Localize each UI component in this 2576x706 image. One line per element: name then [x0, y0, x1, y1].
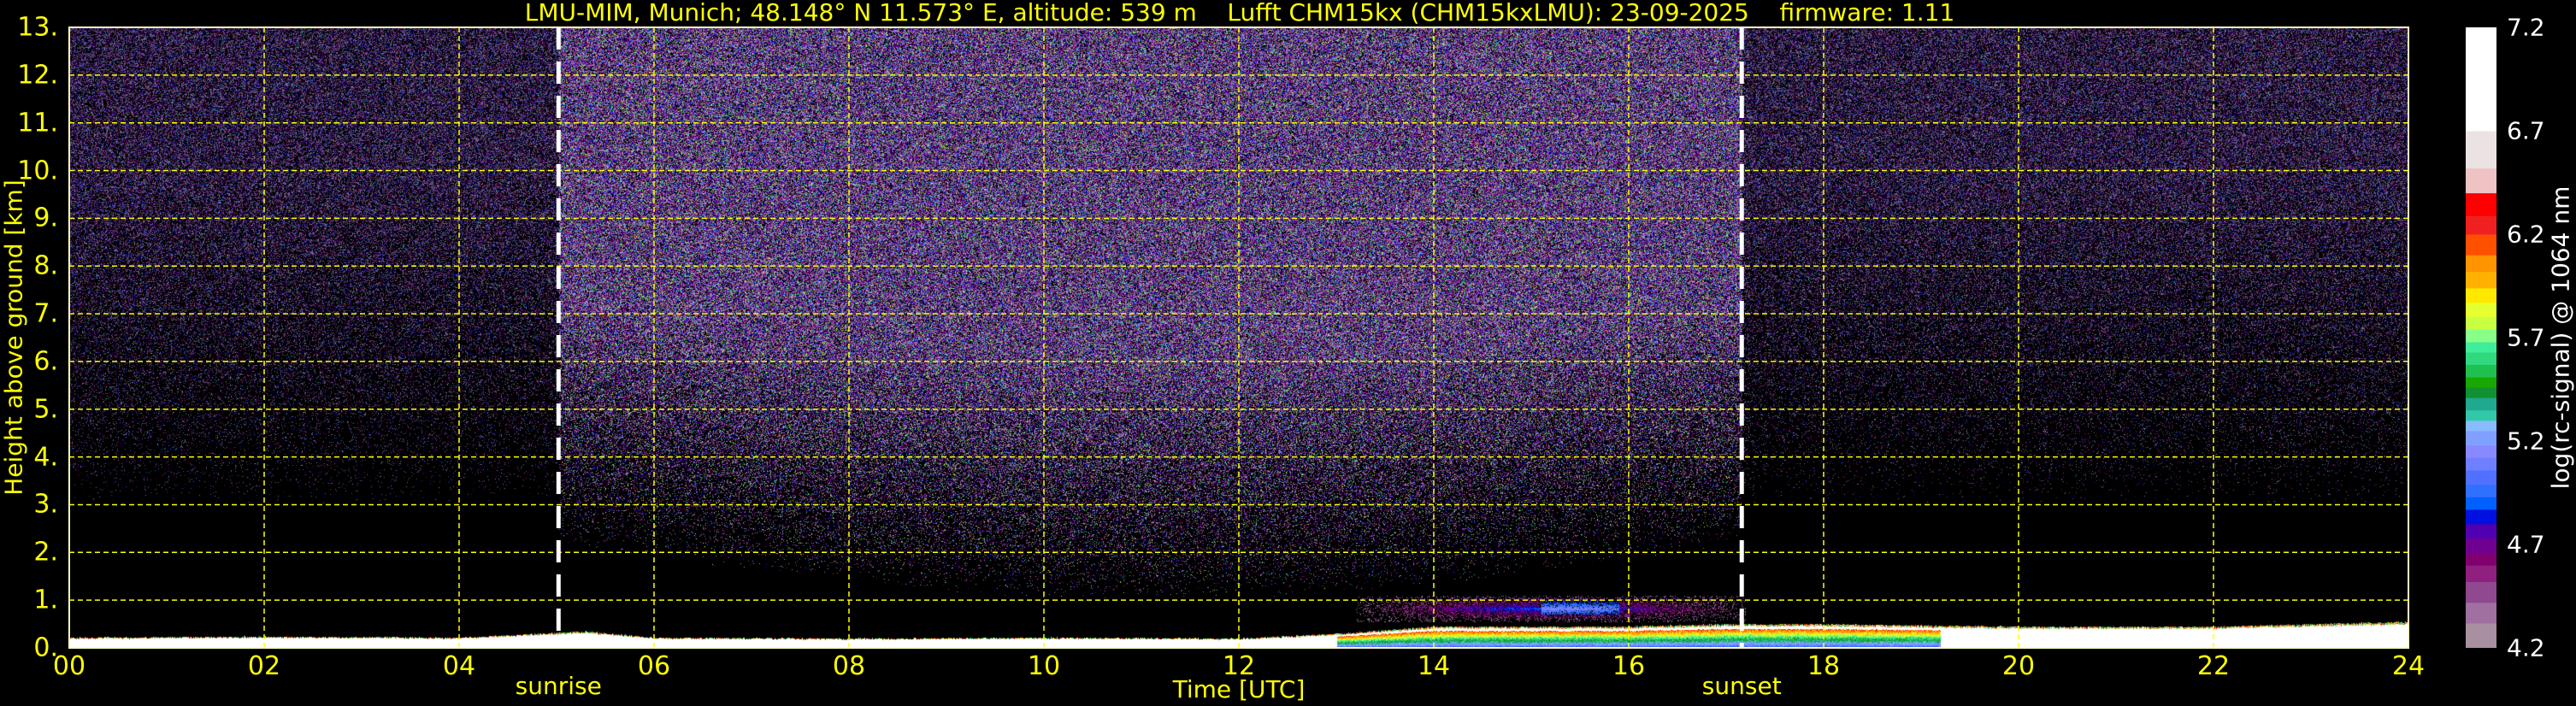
x-tick-label: 22	[2197, 651, 2230, 681]
colorbar-segment	[2466, 565, 2496, 582]
colorbar-segment	[2466, 364, 2496, 377]
colorbar-segment	[2466, 317, 2496, 330]
sunset-label: sunset	[1702, 672, 1782, 700]
colorbar-segment	[2466, 497, 2496, 509]
y-tick-label: 11.	[17, 108, 58, 138]
colorbar-tick-label: 4.2	[2507, 634, 2545, 662]
colorbar-segment	[2466, 342, 2496, 353]
colorbar-segment	[2466, 538, 2496, 553]
y-tick-label: 6.	[33, 346, 58, 376]
colorbar-segment	[2466, 234, 2496, 256]
x-tick-label: 06	[638, 651, 670, 681]
colorbar-segment	[2466, 457, 2496, 470]
colorbar-segment	[2466, 387, 2496, 398]
colorbar-tick-label: 5.7	[2507, 324, 2545, 352]
x-tick-label: 16	[1612, 651, 1645, 681]
colorbar-segment	[2466, 397, 2496, 410]
colorbar-segment	[2466, 410, 2496, 421]
x-axis-label: Time [UTC]	[1173, 675, 1306, 703]
colorbar-segment	[2466, 255, 2496, 272]
y-tick-label: 12.	[17, 60, 58, 90]
plot-area	[69, 27, 2408, 648]
colorbar-segment	[2466, 168, 2496, 194]
colorbar-segment	[2466, 288, 2496, 303]
colorbar-tick-label: 7.2	[2507, 14, 2545, 42]
x-tick-label: 20	[2002, 651, 2035, 681]
x-tick-label: 10	[1028, 651, 1060, 681]
colorbar-segment	[2466, 445, 2496, 458]
colorbar-segment	[2466, 421, 2496, 432]
sunrise-label: sunrise	[516, 672, 602, 700]
y-tick-label: 9.	[33, 203, 58, 233]
colorbar-segment	[2466, 623, 2496, 648]
x-tick-label: 02	[248, 651, 280, 681]
colorbar-segment	[2466, 272, 2496, 289]
colorbar-segment	[2466, 582, 2496, 603]
y-tick-label: 7.	[33, 299, 58, 329]
colorbar-segment	[2466, 553, 2496, 566]
colorbar-segment	[2466, 131, 2496, 168]
colorbar-segment	[2466, 485, 2496, 497]
colorbar-segment	[2466, 303, 2496, 317]
colorbar-label: log(rc-signal) @ 1064 nm	[2547, 186, 2575, 490]
x-tick-label: 00	[53, 651, 85, 681]
x-tick-label: 08	[833, 651, 865, 681]
colorbar-segment	[2466, 27, 2496, 132]
chart-title: LMU-MIM, Munich; 48.148° N 11.573° E, al…	[0, 0, 2479, 26]
y-axis-label: Height above ground [km]	[0, 179, 28, 496]
colorbar-tick-label: 6.2	[2507, 221, 2545, 249]
colorbar-segment	[2466, 470, 2496, 485]
colorbar-segment	[2466, 215, 2496, 234]
colorbar-segment	[2466, 524, 2496, 538]
colorbar-segment	[2466, 603, 2496, 624]
colorbar-tick-label: 6.7	[2507, 117, 2545, 145]
y-tick-label: 1.	[33, 585, 58, 615]
y-tick-label: 3.	[33, 490, 58, 520]
colorbar-tick-label: 5.2	[2507, 427, 2545, 456]
x-tick-label: 18	[1807, 651, 1840, 681]
y-tick-label: 5.	[33, 394, 58, 424]
colorbar-segment	[2466, 509, 2496, 524]
grid-overlay	[69, 27, 2408, 648]
x-tick-label: 04	[443, 651, 475, 681]
colorbar-tick-label: 4.7	[2507, 531, 2545, 559]
y-tick-label: 13.	[17, 13, 58, 43]
colorbar-segment	[2466, 193, 2496, 216]
y-tick-label: 8.	[33, 251, 58, 281]
colorbar-segment	[2466, 352, 2496, 365]
x-tick-label: 24	[2392, 651, 2425, 681]
colorbar-segment	[2466, 329, 2496, 342]
colorbar-segment	[2466, 431, 2496, 445]
y-tick-label: 2.	[33, 538, 58, 568]
y-tick-label: 4.	[33, 442, 58, 472]
x-tick-label: 14	[1418, 651, 1450, 681]
colorbar	[2466, 27, 2496, 648]
colorbar-segment	[2466, 377, 2496, 388]
